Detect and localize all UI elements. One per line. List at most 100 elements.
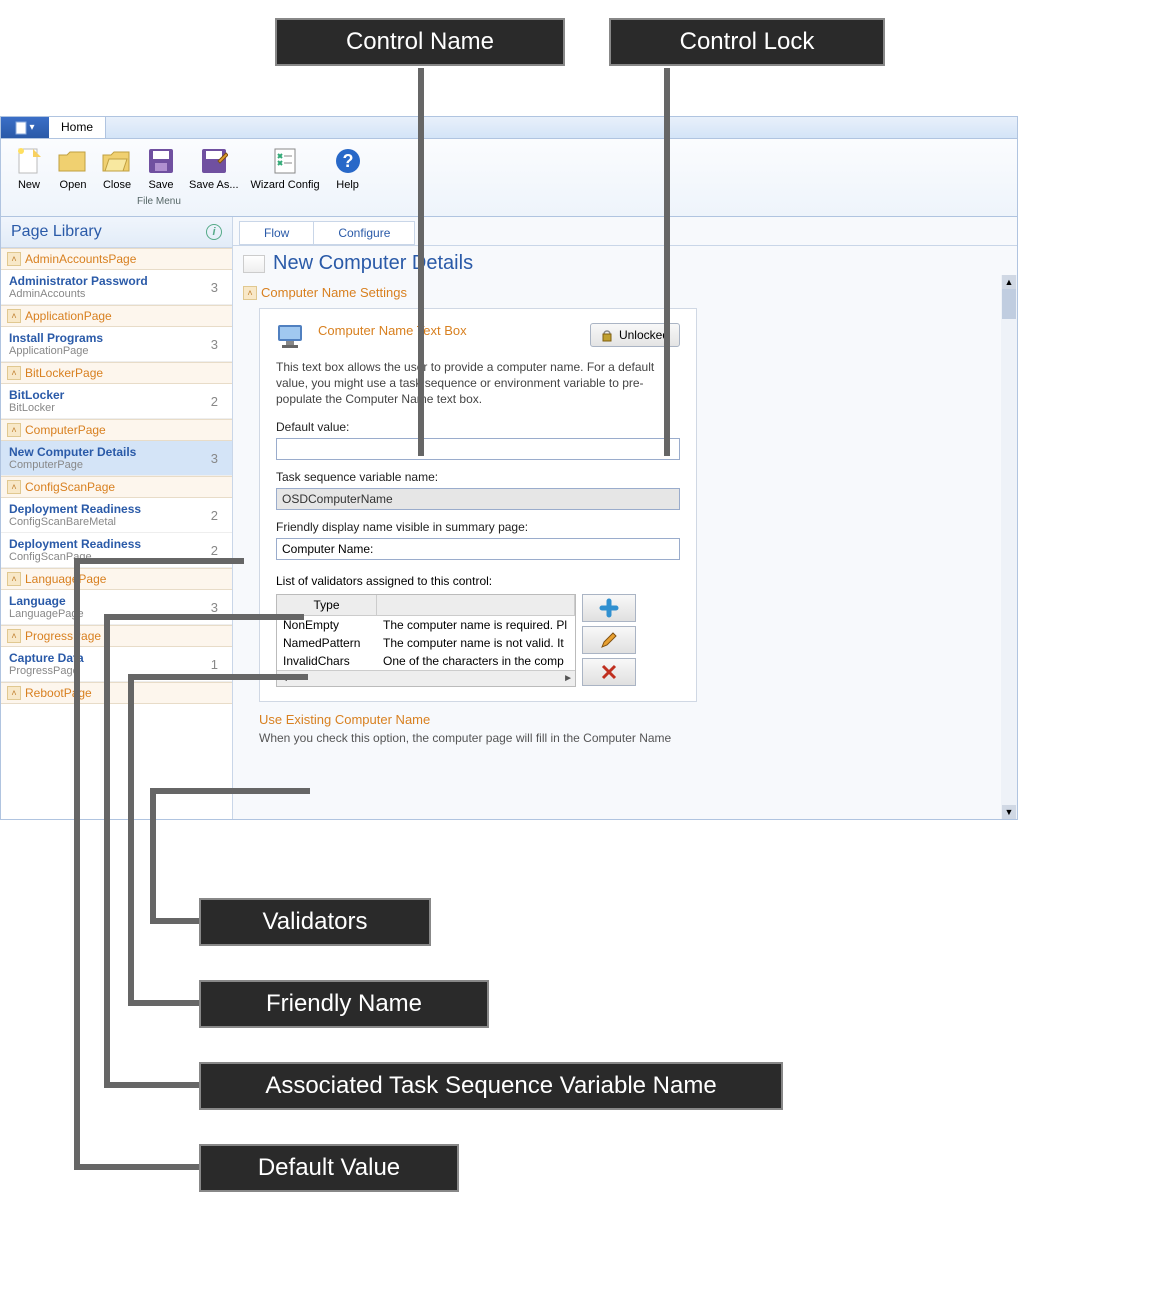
- validators-table-header: Type: [277, 595, 575, 616]
- validator-type: InvalidChars: [277, 652, 377, 670]
- ribbon-label: Wizard Config: [251, 179, 320, 191]
- close-icon: [101, 145, 133, 177]
- chevron-up-icon: ˄: [7, 572, 21, 586]
- callout-line: [128, 674, 134, 1006]
- content-vscroll[interactable]: ▲ ▼: [1001, 275, 1017, 819]
- sidebar-group-name: RebootPage: [25, 686, 92, 700]
- sidebar-item-left: Install ProgramsApplicationPage: [9, 331, 103, 357]
- monitor-icon: [276, 323, 308, 351]
- sidebar-item-count: 2: [211, 394, 224, 409]
- next-section-desc: When you check this option, the computer…: [259, 731, 1007, 745]
- sidebar-item-count: 2: [211, 543, 224, 558]
- section-header[interactable]: ˄ Computer Name Settings: [243, 283, 1007, 302]
- ribbon-label: Save: [148, 179, 173, 191]
- sidebar-item-left: Administrator PasswordAdminAccounts: [9, 274, 148, 300]
- sidebar-item-title: BitLocker: [9, 388, 64, 402]
- tab-home[interactable]: Home: [49, 117, 106, 138]
- sidebar-header: Page Library i: [1, 217, 232, 248]
- chevron-up-icon: ˄: [7, 686, 21, 700]
- tab-flow[interactable]: Flow: [239, 221, 314, 245]
- app-menu-button[interactable]: ▾: [1, 117, 49, 138]
- sidebar-item[interactable]: New Computer DetailsComputerPage3: [1, 441, 232, 476]
- scroll-up-icon[interactable]: ▲: [1002, 275, 1016, 289]
- sidebar-item[interactable]: BitLockerBitLocker2: [1, 384, 232, 419]
- callout-line: [128, 1000, 202, 1006]
- tab-configure[interactable]: Configure: [313, 221, 415, 245]
- callout-line: [418, 68, 424, 456]
- callout-line: [104, 1082, 202, 1088]
- save-button[interactable]: Save: [139, 143, 183, 193]
- edit-validator-button[interactable]: [582, 626, 636, 654]
- sidebar-item[interactable]: Install ProgramsApplicationPage3: [1, 327, 232, 362]
- delete-validator-button[interactable]: [582, 658, 636, 686]
- callout-line: [150, 918, 202, 924]
- ribbon-label: Open: [60, 179, 87, 191]
- new-button[interactable]: New: [7, 143, 51, 193]
- sidebar-item-count: 3: [211, 280, 224, 295]
- callout-friendly-name: Friendly Name: [199, 980, 489, 1028]
- sidebar-scroll[interactable]: ˄AdminAccountsPageAdministrator Password…: [1, 248, 232, 819]
- validators-label: List of validators assigned to this cont…: [276, 574, 680, 588]
- dropdown-icon: ▾: [29, 122, 34, 133]
- chevron-up-icon: ˄: [7, 480, 21, 494]
- validator-row[interactable]: NonEmptyThe computer name is required. P…: [277, 616, 575, 634]
- ribbon-label: Save As...: [189, 179, 239, 191]
- validators-hscroll[interactable]: ◄ ►: [277, 670, 575, 686]
- friendly-name-input[interactable]: [276, 538, 680, 560]
- page-title: New Computer Details: [273, 252, 473, 275]
- chevron-up-icon: ˄: [7, 423, 21, 437]
- validator-row[interactable]: NamedPatternThe computer name is not val…: [277, 634, 575, 652]
- callout-line: [150, 788, 156, 924]
- validator-row[interactable]: InvalidCharsOne of the characters in the…: [277, 652, 575, 670]
- callout-line: [74, 1164, 202, 1170]
- card-description: This text box allows the user to provide…: [276, 359, 680, 408]
- sidebar-group-header[interactable]: ˄ ProgressPage: [1, 625, 232, 647]
- callout-line: [74, 558, 80, 1170]
- sidebar-item-sub: ProgressPage: [9, 665, 84, 677]
- open-button[interactable]: Open: [51, 143, 95, 193]
- close-button[interactable]: Close: [95, 143, 139, 193]
- sidebar-group-header[interactable]: ˄ComputerPage: [1, 419, 232, 441]
- chevron-up-icon: ˄: [7, 629, 21, 643]
- ribbon-label: New: [18, 179, 40, 191]
- callout-line: [664, 68, 670, 456]
- help-button[interactable]: ? Help: [326, 143, 370, 193]
- sidebar-group-header[interactable]: ˄ RebootPage: [1, 682, 232, 704]
- page-title-row: New Computer Details: [233, 246, 1017, 281]
- sidebar-group-header[interactable]: ˄LanguagePage: [1, 568, 232, 590]
- default-value-input[interactable]: [276, 438, 680, 460]
- scroll-right-icon[interactable]: ►: [563, 673, 573, 684]
- ts-var-label: Task sequence variable name:: [276, 470, 680, 484]
- sidebar-group-name: ConfigScanPage: [25, 480, 115, 494]
- ts-var-input[interactable]: [276, 488, 680, 510]
- ribbon-label: Help: [336, 179, 359, 191]
- scroll-down-icon[interactable]: ▼: [1002, 805, 1016, 819]
- sidebar-item-left: New Computer DetailsComputerPage: [9, 445, 136, 471]
- sidebar-group-header[interactable]: ˄AdminAccountsPage: [1, 248, 232, 270]
- sidebar-group-header[interactable]: ˄ ConfigScanPage: [1, 476, 232, 498]
- sidebar-group-header[interactable]: ˄ApplicationPage: [1, 305, 232, 327]
- info-icon[interactable]: i: [206, 224, 222, 240]
- chevron-up-icon: ˄: [7, 366, 21, 380]
- wizard-config-button[interactable]: Wizard Config: [245, 143, 326, 193]
- sidebar-item[interactable]: Deployment ReadinessConfigScanBareMetal2: [1, 498, 232, 533]
- scroll-thumb[interactable]: [1002, 289, 1016, 319]
- delete-icon: [599, 662, 619, 682]
- document-icon: [15, 121, 27, 135]
- sidebar-item[interactable]: Administrator PasswordAdminAccounts 3: [1, 270, 232, 305]
- sidebar-group-name: ProgressPage: [25, 629, 101, 643]
- sidebar-group-header[interactable]: ˄BitLockerPage: [1, 362, 232, 384]
- next-section-header: Use Existing Computer Name: [259, 712, 1007, 727]
- app-window: ▾ Home New Open Close Save S: [0, 116, 1018, 820]
- new-icon: [13, 145, 45, 177]
- callout-control-name: Control Name: [275, 18, 565, 66]
- card-head: Computer Name Text Box Unlocked: [276, 323, 680, 351]
- open-icon: [57, 145, 89, 177]
- chevron-up-icon: ˄: [243, 286, 257, 300]
- save-as-button[interactable]: Save As...: [183, 143, 245, 193]
- add-validator-button[interactable]: [582, 594, 636, 622]
- callout-line: [128, 674, 308, 680]
- callout-line: [104, 614, 304, 620]
- page-icon: [243, 255, 265, 273]
- titlebar: ▾ Home: [1, 117, 1017, 139]
